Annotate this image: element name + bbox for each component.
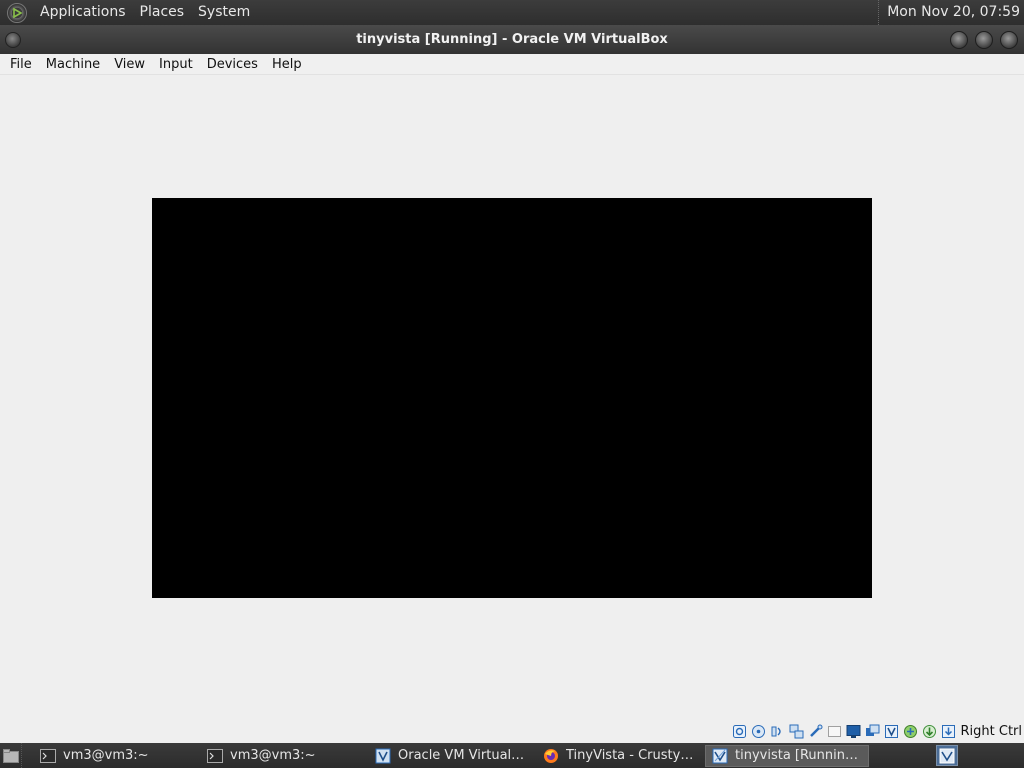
maximize-button[interactable] [975, 31, 993, 49]
menu-view[interactable]: View [107, 54, 152, 75]
taskbar-task[interactable]: Oracle VM VirtualBo… [369, 745, 533, 767]
taskbar-task-active[interactable]: tinyvista [Running] -… [705, 744, 869, 767]
hard-disk-icon[interactable] [731, 723, 748, 740]
usb-icon[interactable] [807, 723, 824, 740]
vm-screen[interactable] [152, 198, 872, 598]
download-icon[interactable] [940, 723, 957, 740]
vm-display-area [0, 75, 1024, 720]
optical-drive-icon[interactable] [750, 723, 767, 740]
terminal-icon [40, 748, 56, 764]
menu-input[interactable]: Input [152, 54, 200, 75]
recording-icon[interactable] [864, 723, 881, 740]
panel-menu-bar: Applications Places System [0, 0, 257, 25]
terminal-icon [207, 748, 223, 764]
mate-logo-icon[interactable] [7, 2, 27, 23]
workspace-switcher-icon[interactable] [936, 745, 958, 766]
network-icon[interactable] [788, 723, 805, 740]
virtualization-icon[interactable] [883, 723, 900, 740]
menu-machine[interactable]: Machine [39, 54, 107, 75]
task-label: Oracle VM VirtualBo… [398, 748, 527, 763]
menu-devices[interactable]: Devices [200, 54, 265, 75]
window-titlebar[interactable]: tinyvista [Running] - Oracle VM VirtualB… [0, 25, 1024, 54]
virtualbox-vm-icon [712, 748, 728, 764]
task-label: vm3@vm3:~ [230, 748, 316, 763]
close-button[interactable] [1000, 31, 1018, 49]
task-label: tinyvista [Running] -… [735, 748, 862, 763]
host-key-label[interactable]: Right Ctrl [961, 724, 1023, 739]
audio-icon[interactable] [769, 723, 786, 740]
show-desktop-icon[interactable] [0, 743, 22, 768]
vbox-menubar: File Machine View Input Devices Help [0, 54, 1024, 75]
shared-folders-icon[interactable] [826, 723, 843, 740]
mouse-integration-icon[interactable] [921, 723, 938, 740]
task-label: TinyVista - Crusty W… [566, 748, 695, 763]
display-icon[interactable] [845, 723, 862, 740]
task-label: vm3@vm3:~ [63, 748, 149, 763]
menu-applications[interactable]: Applications [33, 0, 133, 25]
menu-places[interactable]: Places [133, 0, 192, 25]
menu-system[interactable]: System [191, 0, 257, 25]
window-menu-icon[interactable] [5, 32, 21, 48]
taskbar-task[interactable]: vm3@vm3:~ [201, 745, 365, 767]
taskbar-task[interactable]: TinyVista - Crusty W… [537, 745, 701, 767]
bottom-taskbar: vm3@vm3:~ vm3@vm3:~ Oracle VM VirtualBo…… [0, 743, 1024, 768]
clock[interactable]: Mon Nov 20, 07:59 [878, 0, 1020, 25]
taskbar-task[interactable]: vm3@vm3:~ [34, 745, 197, 767]
minimize-button[interactable] [950, 31, 968, 49]
menu-file[interactable]: File [0, 54, 39, 75]
menu-help[interactable]: Help [265, 54, 309, 75]
window-title: tinyvista [Running] - Oracle VM VirtualB… [356, 32, 668, 47]
firefox-icon [543, 748, 559, 764]
vbox-statusbar: Right Ctrl [0, 720, 1024, 743]
cpu-icon[interactable] [902, 723, 919, 740]
virtualbox-icon [375, 748, 391, 764]
top-panel: Applications Places System Mon Nov 20, 0… [0, 0, 1024, 25]
